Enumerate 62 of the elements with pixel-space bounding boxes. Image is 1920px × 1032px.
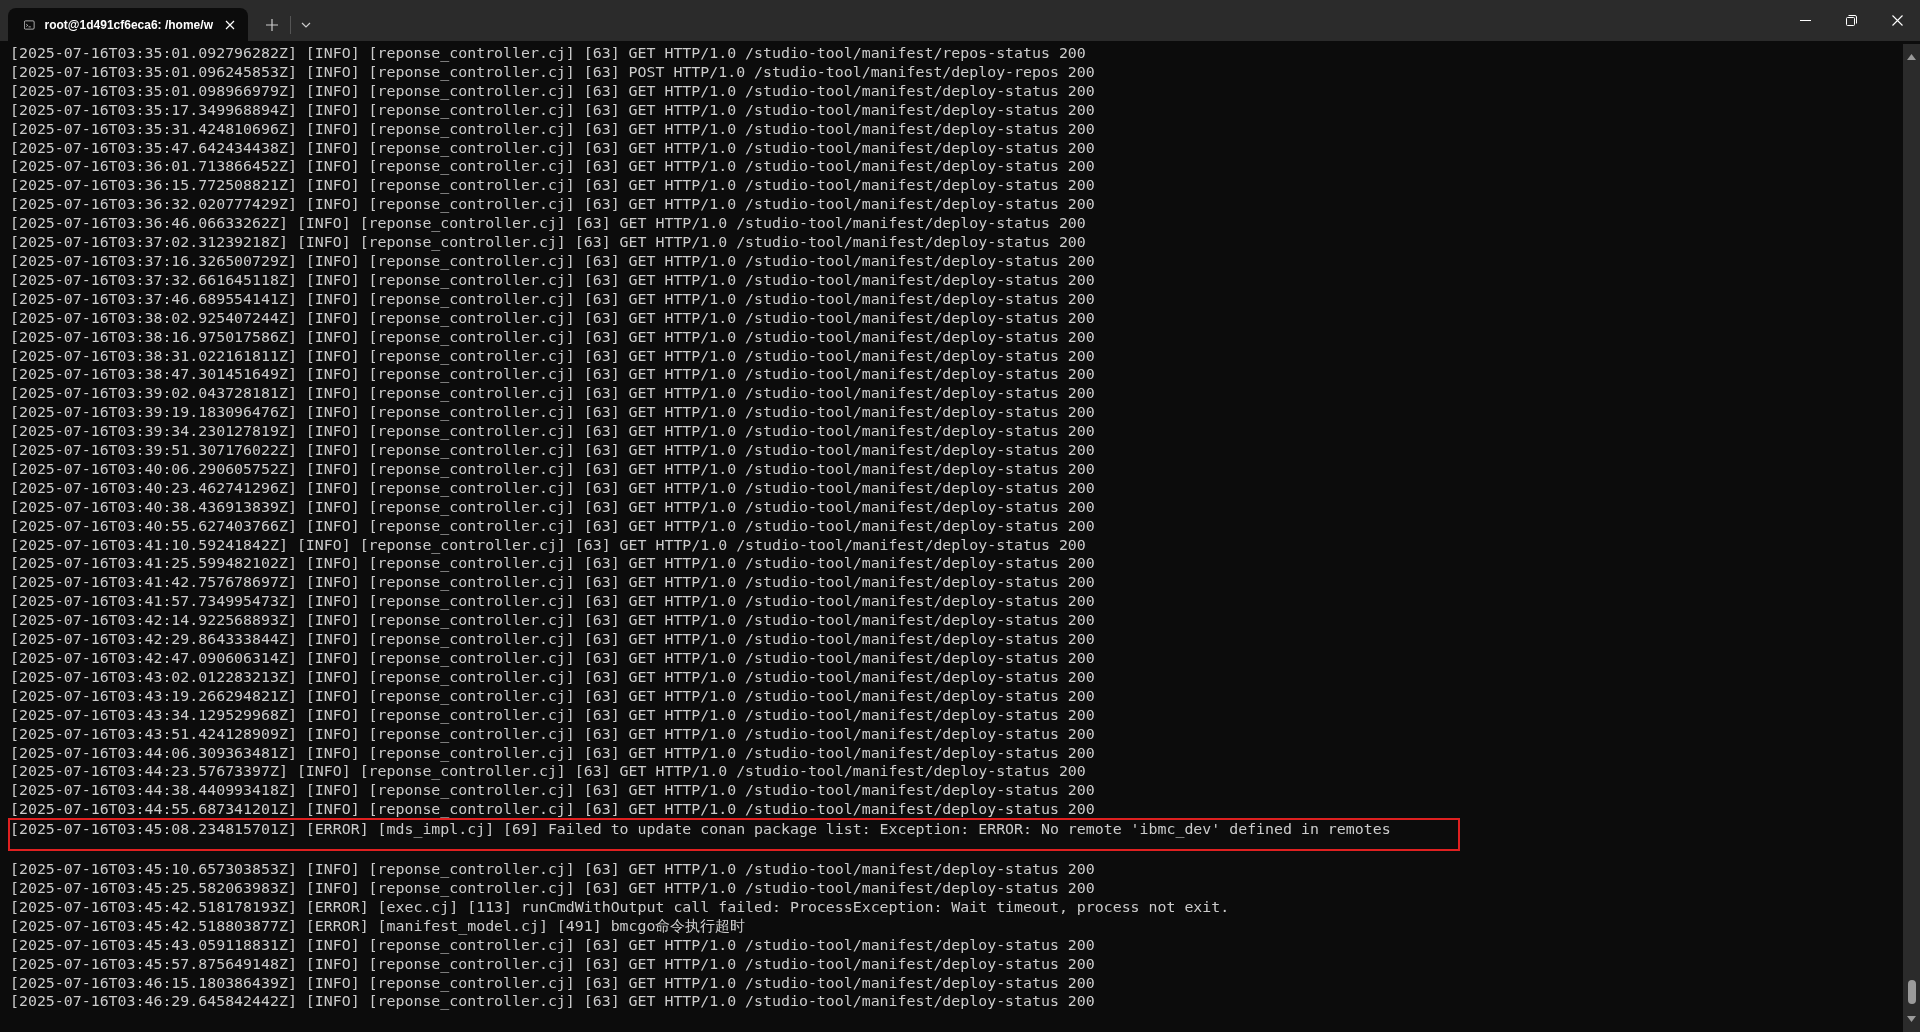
- log-line: [2025-07-16T03:42:29.864333844Z] [INFO] [reponse_controller.cj] [63] GET HTTP/1.0 /studio-tool/manifest/deploy-status 200: [10, 630, 1095, 649]
- log-line: [2025-07-16T03:43:51.424128909Z] [INFO] [reponse_controller.cj] [63] GET HTTP/1.0 /studio-tool/manifest/deploy-status 200: [10, 724, 1095, 744]
- scroll-down-icon[interactable]: [1907, 1016, 1916, 1022]
- log-line: [2025-07-16T03:35:01.096245853Z] [INFO] [reponse_controller.cj] [63] POST HTTP/1.0 /studio-tool/manifest/deploy-repos 200: [10, 62, 1095, 82]
- log-line: [2025-07-16T03:45:10.657303853Z] [INFO] [reponse_controller.cj] [63] GET HTTP/1.0 /studio-tool/manifest/deploy-status 200: [10, 860, 1095, 879]
- log-line: [2025-07-16T03:36:01.713866452Z] [INFO] [reponse_controller.cj] [63] GET HTTP/1.0 /studio-tool/manifest/deploy-status 200: [10, 157, 1095, 177]
- log-line: [2025-07-16T03:45:08.234815701Z] [ERROR] [mds_impl.cj] [69] Failed to update conan package list: Exception: ERROR: No remote 'ibmc_dev' defined in remotes: [10, 820, 1391, 840]
- scroll-up-icon[interactable]: [1907, 54, 1916, 60]
- log-line: [2025-07-16T03:46:15.180386439Z] [INFO] [reponse_controller.cj] [63] GET HTTP/1.0 /studio-tool/manifest/deploy-status 200: [10, 973, 1095, 993]
- log-line: [2025-07-16T03:42:47.090606314Z] [INFO] [reponse_controller.cj] [63] GET HTTP/1.0 /studio-tool/manifest/deploy-status 200: [10, 649, 1095, 668]
- log-line: [2025-07-16T03:41:42.757678697Z] [INFO] [reponse_controller.cj] [63] GET HTTP/1.0 /studio-tool/manifest/deploy-status 200: [10, 573, 1095, 593]
- log-line: [2025-07-16T03:46:29.645842442Z] [INFO] [reponse_controller.cj] [63] GET HTTP/1.0 /studio-tool/manifest/deploy-status 200: [10, 992, 1095, 1012]
- log-line: [2025-07-16T03:38:02.925407244Z] [INFO] [reponse_controller.cj] [63] GET HTTP/1.0 /studio-tool/manifest/deploy-status 200: [10, 308, 1095, 328]
- log-line: [2025-07-16T03:39:34.230127819Z] [INFO] [reponse_controller.cj] [63] GET HTTP/1.0 /studio-tool/manifest/deploy-status 200: [10, 422, 1095, 442]
- log-line: [2025-07-16T03:43:34.129529968Z] [INFO] [reponse_controller.cj] [63] GET HTTP/1.0 /studio-tool/manifest/deploy-status 200: [10, 705, 1095, 725]
- log-line: [2025-07-16T03:38:47.301451649Z] [INFO] [reponse_controller.cj] [63] GET HTTP/1.0 /studio-tool/manifest/deploy-status 200: [10, 365, 1095, 385]
- log-line: [2025-07-16T03:39:02.043728181Z] [INFO] [reponse_controller.cj] [63] GET HTTP/1.0 /studio-tool/manifest/deploy-status 200: [10, 384, 1095, 404]
- close-icon: [1891, 15, 1903, 26]
- log-line: [2025-07-16T03:40:23.462741296Z] [INFO] [reponse_controller.cj] [63] GET HTTP/1.0 /studio-tool/manifest/deploy-status 200: [10, 478, 1095, 498]
- log-line: [2025-07-16T03:37:46.689554141Z] [INFO] [reponse_controller.cj] [63] GET HTTP/1.0 /studio-tool/manifest/deploy-status 200: [10, 289, 1095, 309]
- scrollbar-thumb[interactable]: [1907, 980, 1916, 1004]
- log-line: [2025-07-16T03:38:31.022161811Z] [INFO] [reponse_controller.cj] [63] GET HTTP/1.0 /studio-tool/manifest/deploy-status 200: [10, 346, 1095, 366]
- close-icon: [225, 19, 236, 30]
- log-line: [2025-07-16T03:38:16.975017586Z] [INFO] [reponse_controller.cj] [63] GET HTTP/1.0 /studio-tool/manifest/deploy-status 200: [10, 327, 1095, 347]
- log-line: [2025-07-16T03:36:46.06633262Z] [INFO] [reponse_controller.cj] [63] GET HTTP/1.0 /studio-tool/manifest/deploy-status 200: [10, 214, 1086, 234]
- plus-icon: [266, 18, 278, 31]
- log-line: [2025-07-16T03:43:02.012283213Z] [INFO] [reponse_controller.cj] [63] GET HTTP/1.0 /studio-tool/manifest/deploy-status 200: [10, 667, 1095, 687]
- log-line: [2025-07-16T03:37:02.31239218Z] [INFO] [reponse_controller.cj] [63] GET HTTP/1.0 /studio-tool/manifest/deploy-status 200: [10, 233, 1086, 252]
- minimize-icon: [1799, 20, 1811, 21]
- log-line: [2025-07-16T03:44:23.57673397Z] [INFO] [reponse_controller.cj] [63] GET HTTP/1.0 /studio-tool/manifest/deploy-status 200: [10, 762, 1086, 782]
- log-line: [2025-07-16T03:45:43.059118831Z] [INFO] [reponse_controller.cj] [63] GET HTTP/1.0 /studio-tool/manifest/deploy-status 200: [10, 935, 1095, 955]
- log-line: [2025-07-16T03:35:47.642434438Z] [INFO] [reponse_controller.cj] [63] GET HTTP/1.0 /studio-tool/manifest/deploy-status 200: [10, 138, 1095, 158]
- log-line: [2025-07-16T03:35:17.349968894Z] [INFO] [reponse_controller.cj] [63] GET HTTP/1.0 /studio-tool/manifest/deploy-status 200: [10, 100, 1095, 120]
- log-line: [2025-07-16T03:44:38.440993418Z] [INFO] [reponse_controller.cj] [63] GET HTTP/1.0 /studio-tool/manifest/deploy-status 200: [10, 781, 1095, 801]
- log-line: [2025-07-16T03:41:25.599482102Z] [INFO] [reponse_controller.cj] [63] GET HTTP/1.0 /studio-tool/manifest/deploy-status 200: [10, 554, 1095, 574]
- log-line: [2025-07-16T03:41:10.59241842Z] [INFO] [reponse_controller.cj] [63] GET HTTP/1.0 /studio-tool/manifest/deploy-status 200: [10, 535, 1086, 555]
- log-line: [2025-07-16T03:44:55.687341201Z] [INFO] [reponse_controller.cj] [63] GET HTTP/1.0 /studio-tool/manifest/deploy-status 200: [10, 800, 1095, 820]
- log-line: [2025-07-16T03:39:51.307176022Z] [INFO] [reponse_controller.cj] [63] GET HTTP/1.0 /studio-tool/manifest/deploy-status 200: [10, 441, 1095, 460]
- log-line: [2025-07-16T03:40:38.436913839Z] [INFO] [reponse_controller.cj] [63] GET HTTP/1.0 /studio-tool/manifest/deploy-status 200: [10, 497, 1095, 517]
- log-line: [2025-07-16T03:35:01.098966979Z] [INFO] [reponse_controller.cj] [63] GET HTTP/1.0 /studio-tool/manifest/deploy-status 200: [10, 81, 1095, 101]
- chevron-down-icon: [301, 21, 311, 28]
- log-line: [2025-07-16T03:36:32.020777429Z] [INFO] [reponse_controller.cj] [63] GET HTTP/1.0 /studio-tool/manifest/deploy-status 200: [10, 195, 1095, 215]
- log-line: [2025-07-16T03:45:25.582063983Z] [INFO] [reponse_controller.cj] [63] GET HTTP/1.0 /studio-tool/manifest/deploy-status 200: [10, 878, 1095, 898]
- log-line: [2025-07-16T03:37:32.661645118Z] [INFO] [reponse_controller.cj] [63] GET HTTP/1.0 /studio-tool/manifest/deploy-status 200: [10, 270, 1095, 290]
- log-line: [2025-07-16T03:40:06.290605752Z] [INFO] [reponse_controller.cj] [63] GET HTTP/1.0 /studio-tool/manifest/deploy-status 200: [10, 459, 1095, 479]
- log-line: [2025-07-16T03:36:15.772508821Z] [INFO] [reponse_controller.cj] [63] GET HTTP/1.0 /studio-tool/manifest/deploy-status 200: [10, 176, 1095, 196]
- log-line: [2025-07-16T03:42:14.922568893Z] [INFO] [reponse_controller.cj] [63] GET HTTP/1.0 /studio-tool/manifest/deploy-status 200: [10, 611, 1095, 631]
- log-line: [2025-07-16T03:44:06.309363481Z] [INFO] [reponse_controller.cj] [63] GET HTTP/1.0 /studio-tool/manifest/deploy-status 200: [10, 743, 1095, 763]
- log-line: [2025-07-16T03:37:16.326500729Z] [INFO] [reponse_controller.cj] [63] GET HTTP/1.0 /studio-tool/manifest/deploy-status 200: [10, 251, 1095, 271]
- log-line: [2025-07-16T03:35:01.092796282Z] [INFO] [reponse_controller.cj] [63] GET HTTP/1.0 /studio-tool/manifest/repos-status 200: [10, 44, 1086, 63]
- terminal-icon: [24, 18, 35, 31]
- tab-title: root@1d491cf6eca6: /home/w: [44, 17, 213, 32]
- log-line: [2025-07-16T03:39:19.183096476Z] [INFO] [reponse_controller.cj] [63] GET HTTP/1.0 /studio-tool/manifest/deploy-status 200: [10, 403, 1095, 423]
- log-line: [2025-07-16T03:45:42.518178193Z] [ERROR] [exec.cj] [113] runCmdWithOutput call failed: ProcessException: Wait timeout, process not exit.: [10, 897, 1230, 917]
- log-line: [2025-07-16T03:43:19.266294821Z] [INFO] [reponse_controller.cj] [63] GET HTTP/1.0 /studio-tool/manifest/deploy-status 200: [10, 686, 1095, 706]
- log-line: [2025-07-16T03:35:31.424810696Z] [INFO] [reponse_controller.cj] [63] GET HTTP/1.0 /studio-tool/manifest/deploy-status 200: [10, 119, 1095, 139]
- log-line: [2025-07-16T03:41:57.734995473Z] [INFO] [reponse_controller.cj] [63] GET HTTP/1.0 /studio-tool/manifest/deploy-status 200: [10, 592, 1095, 612]
- restore-icon: [1845, 15, 1857, 26]
- log-line: [2025-07-16T03:45:57.875649148Z] [INFO] [reponse_controller.cj] [63] GET HTTP/1.0 /studio-tool/manifest/deploy-status 200: [10, 954, 1095, 974]
- log-line: [2025-07-16T03:45:42.518803877Z] [ERROR] [manifest_model.cj] [491] bmcgo命令执行超时: [10, 916, 746, 936]
- log-line: [2025-07-16T03:40:55.627403766Z] [INFO] [reponse_controller.cj] [63] GET HTTP/1.0 /studio-tool/manifest/deploy-status 200: [10, 516, 1095, 536]
- terminal-tab[interactable]: root@1d491cf6eca6: /home/w: [8, 8, 248, 41]
